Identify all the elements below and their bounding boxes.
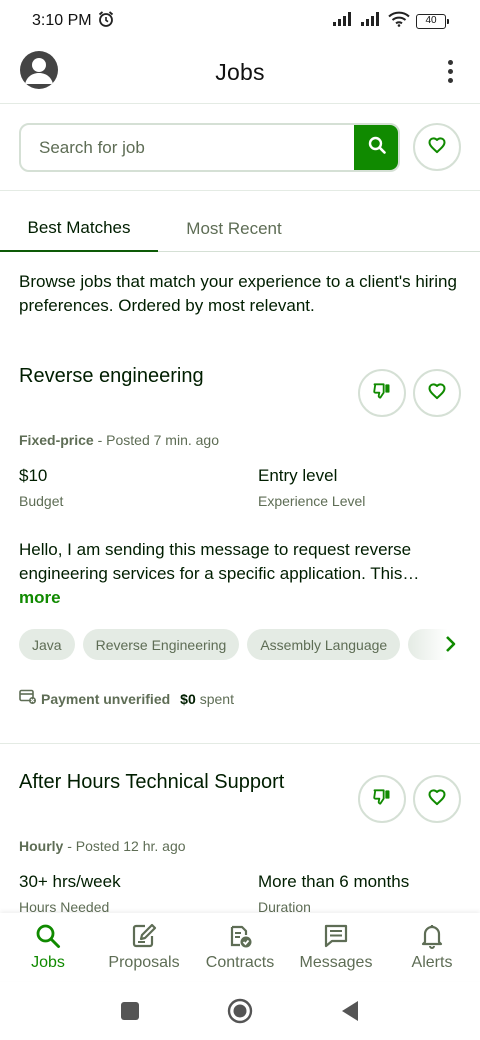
- status-bar: 3:10 PM 40: [0, 0, 480, 42]
- hours-needed-value: 30+ hrs/week: [19, 872, 121, 891]
- experience-level-label: Experience Level: [258, 493, 366, 509]
- edit-document-icon: [130, 922, 158, 950]
- nav-label: Alerts: [411, 954, 453, 971]
- back-icon[interactable]: [335, 996, 365, 1026]
- nav-label: Contracts: [205, 954, 275, 971]
- nav-jobs[interactable]: Jobs: [0, 913, 96, 981]
- status-time: 3:10 PM: [32, 12, 92, 29]
- skill-chips: Java Reverse Engineering Assembly Langua…: [19, 629, 449, 661]
- payment-unverified-icon: [19, 689, 37, 708]
- nav-alerts[interactable]: Alerts: [384, 913, 480, 981]
- job-title[interactable]: After Hours Technical Support: [19, 771, 284, 794]
- job-card[interactable]: Reverse engineering Fixed-price - Posted…: [0, 343, 480, 743]
- contract-check-icon: [226, 922, 254, 950]
- nav-label: Messages: [299, 954, 373, 971]
- job-meta: Hourly - Posted 12 hr. ago: [19, 838, 186, 854]
- nav-label: Jobs: [31, 954, 65, 971]
- home-icon[interactable]: [225, 996, 255, 1026]
- experience-level-value: Entry level: [258, 466, 338, 485]
- saved-jobs-button[interactable]: [413, 123, 461, 171]
- job-description: Hello, I am sending this message to requ…: [19, 538, 464, 610]
- budget-value: $10: [19, 466, 48, 485]
- menu-dot: [447, 68, 453, 74]
- thumbs-down-icon: [372, 787, 392, 812]
- message-icon: [322, 922, 350, 950]
- alarm-icon: [97, 10, 115, 33]
- status-left: 3:10 PM: [32, 10, 115, 33]
- job-description-text: Hello, I am sending this message to requ…: [19, 540, 420, 583]
- signal-icon: [332, 11, 354, 32]
- tab-best-matches[interactable]: Best Matches: [0, 206, 158, 252]
- tab-most-recent[interactable]: Most Recent: [158, 206, 310, 252]
- search-icon: [34, 922, 62, 950]
- skill-chip[interactable]: Reverse Engineering: [82, 629, 240, 660]
- search-input[interactable]: [21, 125, 354, 170]
- skill-chip[interactable]: Assembly Language: [247, 629, 401, 660]
- nav-label: Proposals: [108, 954, 180, 971]
- heart-icon: [427, 135, 447, 160]
- more-vertical-icon[interactable]: [440, 56, 460, 86]
- job-meta: Fixed-price - Posted 7 min. ago: [19, 432, 219, 448]
- budget-label: Budget: [19, 493, 64, 509]
- bottom-nav: Jobs Proposals Contracts Messages Alerts: [0, 913, 480, 981]
- search-icon: [367, 135, 387, 160]
- hours-needed-label: Hours Needed: [19, 899, 110, 913]
- dislike-job-button[interactable]: [358, 775, 406, 823]
- signal-icon: [360, 11, 382, 32]
- menu-dot: [447, 59, 453, 65]
- nav-messages[interactable]: Messages: [288, 913, 384, 981]
- feed-intro: Browse jobs that match your experience t…: [19, 272, 457, 315]
- menu-dot: [447, 77, 453, 83]
- battery-level: 40: [425, 15, 437, 26]
- heart-icon: [427, 381, 447, 406]
- job-posted: - Posted 12 hr. ago: [63, 838, 186, 854]
- job-title[interactable]: Reverse engineering: [19, 365, 204, 388]
- search-section: [0, 103, 480, 191]
- system-nav-bar: [0, 981, 480, 1040]
- spent-amount: $0: [180, 690, 196, 707]
- divider: [0, 743, 480, 744]
- save-job-button[interactable]: [413, 369, 461, 417]
- duration-label: Duration: [258, 899, 311, 913]
- user-avatar-icon[interactable]: [20, 51, 58, 89]
- duration-value: More than 6 months: [258, 872, 410, 891]
- nav-contracts[interactable]: Contracts: [192, 913, 288, 981]
- more-link[interactable]: more: [19, 588, 61, 607]
- skill-chip[interactable]: Java: [19, 629, 75, 660]
- search-button[interactable]: [354, 125, 398, 170]
- tab-bar: Best Matches Most Recent: [0, 206, 480, 252]
- job-feed[interactable]: Browse jobs that match your experience t…: [0, 253, 480, 913]
- payment-status: Payment unverified: [41, 690, 171, 707]
- nav-proposals[interactable]: Proposals: [96, 913, 192, 981]
- job-type: Hourly: [19, 838, 64, 854]
- job-posted: - Posted 7 min. ago: [93, 432, 219, 448]
- battery-icon: 40: [416, 13, 449, 29]
- job-type: Fixed-price: [19, 432, 94, 448]
- app-header: Jobs: [0, 42, 480, 102]
- save-job-button[interactable]: [413, 775, 461, 823]
- wifi-icon: [388, 11, 410, 32]
- bell-icon: [418, 922, 446, 950]
- heart-icon: [427, 787, 447, 812]
- dislike-job-button[interactable]: [358, 369, 406, 417]
- status-right: 40: [332, 11, 449, 32]
- thumbs-down-icon: [372, 381, 392, 406]
- recent-apps-icon[interactable]: [115, 996, 145, 1026]
- page-title: Jobs: [215, 58, 265, 85]
- search-box: [19, 123, 400, 172]
- job-card[interactable]: After Hours Technical Support Hourly - P…: [0, 749, 480, 913]
- chevron-right-icon[interactable]: [440, 629, 462, 659]
- client-info: Payment unverified $0 spent: [19, 689, 234, 708]
- spent-label: spent: [199, 690, 234, 707]
